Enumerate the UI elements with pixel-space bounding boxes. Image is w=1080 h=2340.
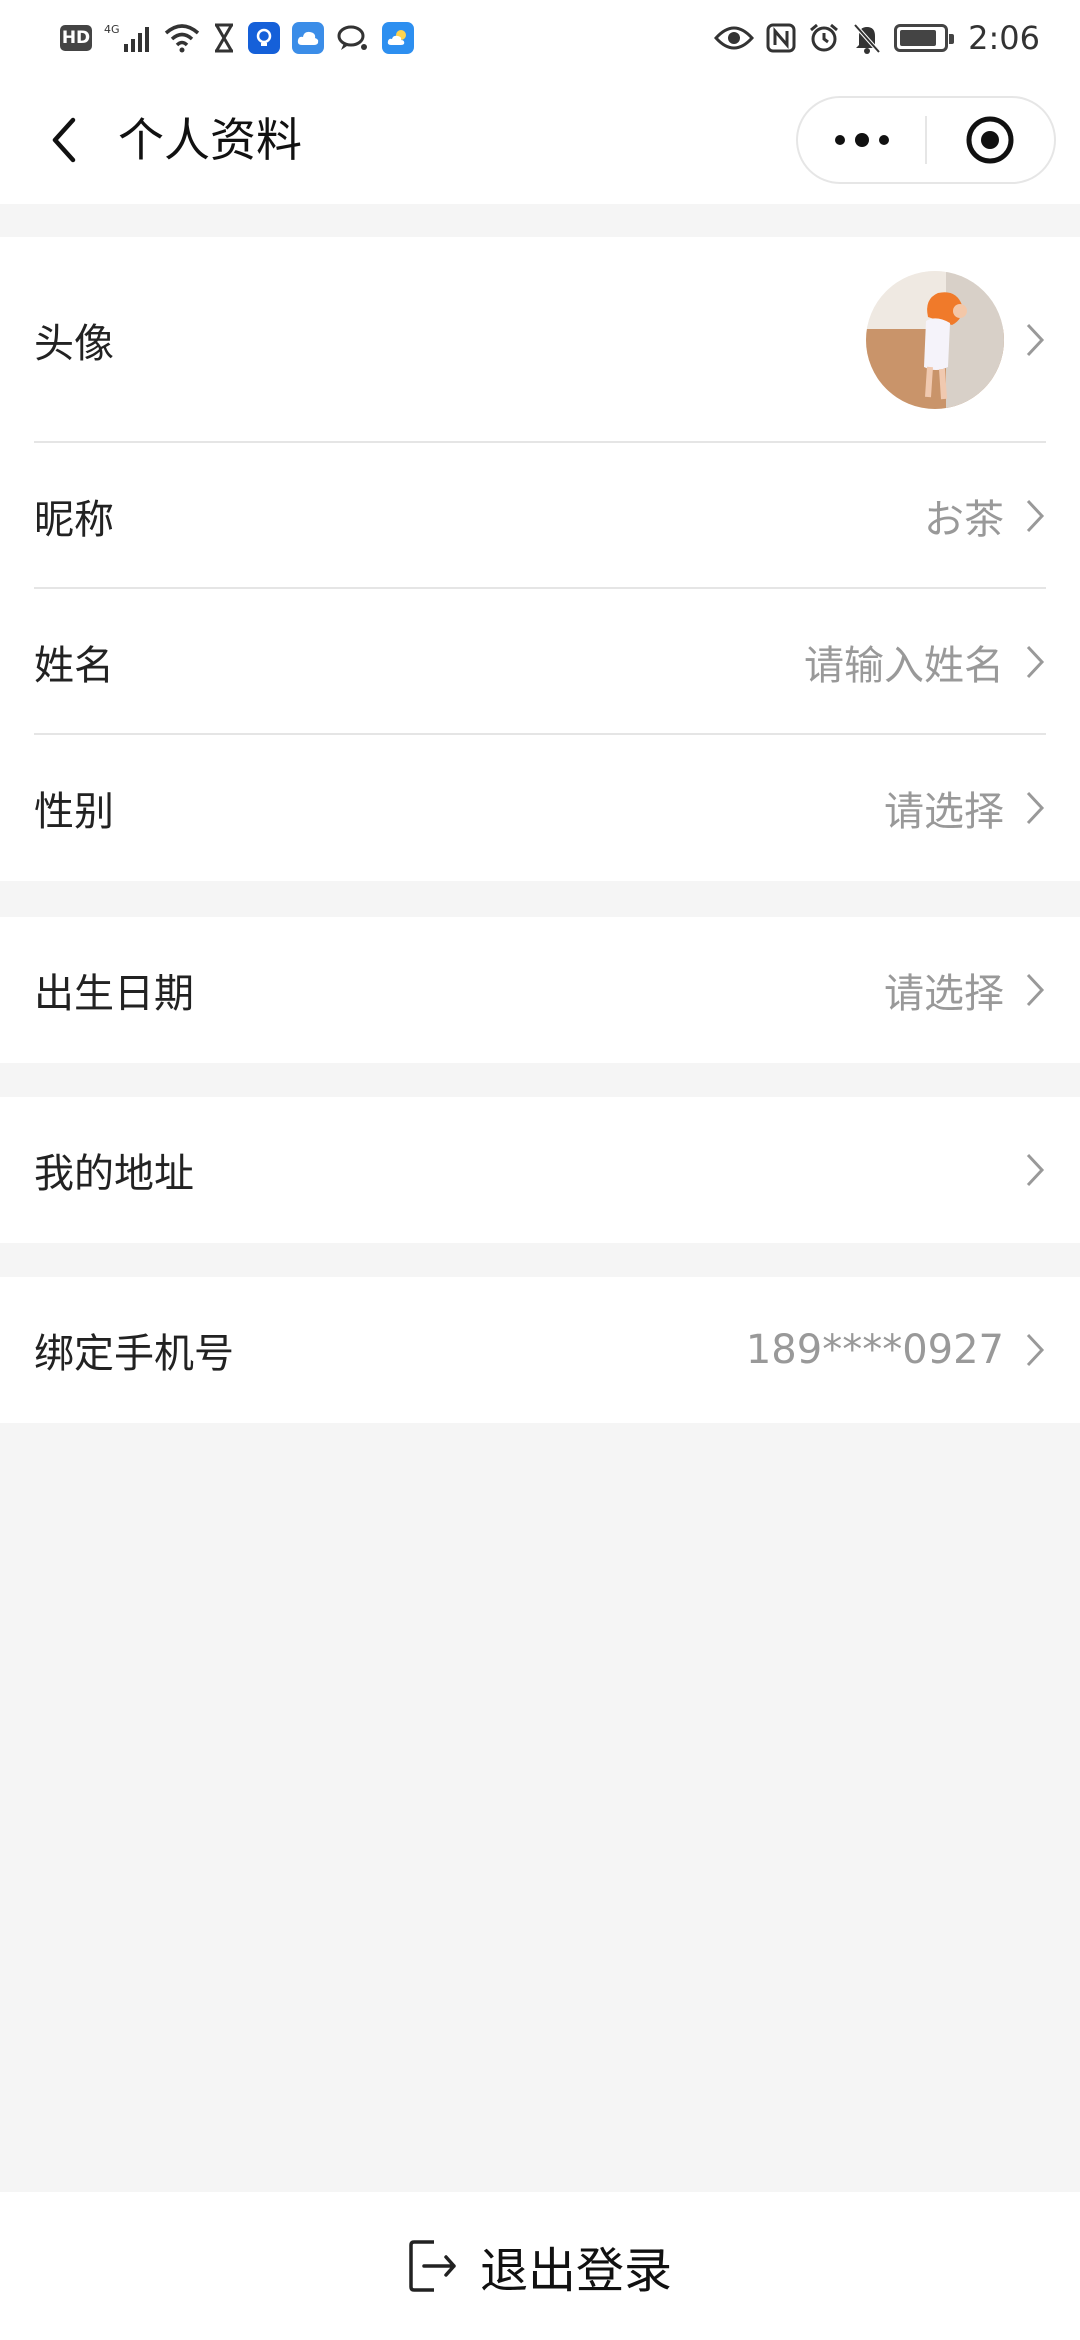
- chevron-right-icon: [1020, 496, 1050, 536]
- nav-bar: 个人资料: [0, 76, 1080, 204]
- birthday-row[interactable]: 出生日期 请选择: [0, 917, 1080, 1063]
- address-label: 我的地址: [34, 1151, 194, 1197]
- status-time: 2:06: [968, 19, 1040, 57]
- eye-icon: [714, 22, 755, 54]
- status-bar: HD 4G 2:06: [0, 0, 1080, 76]
- cloud-app-icon: [292, 22, 324, 54]
- status-right-icons: 2:06: [714, 19, 1040, 57]
- nickname-label: 昵称: [34, 497, 114, 543]
- status-left-icons: HD 4G: [60, 22, 414, 54]
- birthday-label: 出生日期: [34, 971, 194, 1017]
- mute-bell-icon: [852, 22, 882, 54]
- avatar[interactable]: [866, 271, 1004, 409]
- hd-icon: HD: [60, 25, 92, 51]
- page-title: 个人资料: [118, 113, 302, 167]
- nickname-value: お茶: [924, 497, 1004, 543]
- logout-icon: [409, 2240, 456, 2292]
- mini-program-capsule: [796, 96, 1056, 184]
- chevron-right-icon: [1020, 970, 1050, 1010]
- logout-button[interactable]: 退出登录: [408, 2231, 672, 2301]
- chevron-left-icon: [52, 117, 76, 163]
- chevron-right-icon: [1020, 320, 1050, 360]
- gender-row[interactable]: 性别 请选择: [0, 735, 1080, 881]
- chat-bubble-icon: [336, 22, 370, 54]
- phone-value: 189****0927: [745, 1327, 1004, 1373]
- name-row[interactable]: 姓名 请输入姓名: [0, 589, 1080, 735]
- target-close-icon: [966, 116, 1014, 164]
- close-mini-program-button[interactable]: [927, 98, 1054, 182]
- alarm-icon: [808, 22, 840, 54]
- chevron-right-icon: [1020, 1150, 1050, 1190]
- logout-label: 退出登录: [479, 2243, 672, 2299]
- back-button[interactable]: [34, 110, 94, 170]
- nickname-row[interactable]: 昵称 お茶: [0, 443, 1080, 589]
- avatar-row[interactable]: 头像: [0, 237, 1080, 443]
- name-input[interactable]: 请输入姓名: [804, 633, 1004, 691]
- birthday-group: 出生日期 请选择: [0, 917, 1080, 1063]
- footer-bar: 退出登录: [0, 2192, 1080, 2340]
- chevron-right-icon: [1020, 788, 1050, 828]
- address-group: 我的地址: [0, 1097, 1080, 1243]
- address-row[interactable]: 我的地址: [0, 1097, 1080, 1243]
- wifi-icon: [164, 22, 200, 54]
- app-notification-icon: [248, 22, 280, 54]
- phone-row[interactable]: 绑定手机号 189****0927: [0, 1277, 1080, 1423]
- gender-label: 性别: [34, 789, 114, 835]
- more-button[interactable]: [798, 98, 925, 182]
- name-label: 姓名: [34, 643, 114, 689]
- phone-label: 绑定手机号: [34, 1331, 234, 1377]
- nfc-icon: [766, 22, 796, 54]
- phone-group: 绑定手机号 189****0927: [0, 1277, 1080, 1423]
- chevron-right-icon: [1020, 1330, 1050, 1370]
- avatar-label: 头像: [34, 321, 114, 367]
- gender-select[interactable]: 请选择: [884, 779, 1004, 837]
- svg-text:4G: 4G: [104, 23, 120, 36]
- birthday-select[interactable]: 请选择: [884, 961, 1004, 1019]
- more-dots-icon: [834, 133, 889, 147]
- chevron-right-icon: [1020, 642, 1050, 682]
- weather-app-icon: [382, 22, 414, 54]
- battery-icon: [894, 24, 955, 52]
- profile-basic-group: 头像 昵称 お茶 姓名 请输入姓名 性别 请选择: [0, 237, 1080, 881]
- hourglass-icon: [212, 22, 236, 54]
- 4g-signal-icon: 4G: [104, 22, 152, 54]
